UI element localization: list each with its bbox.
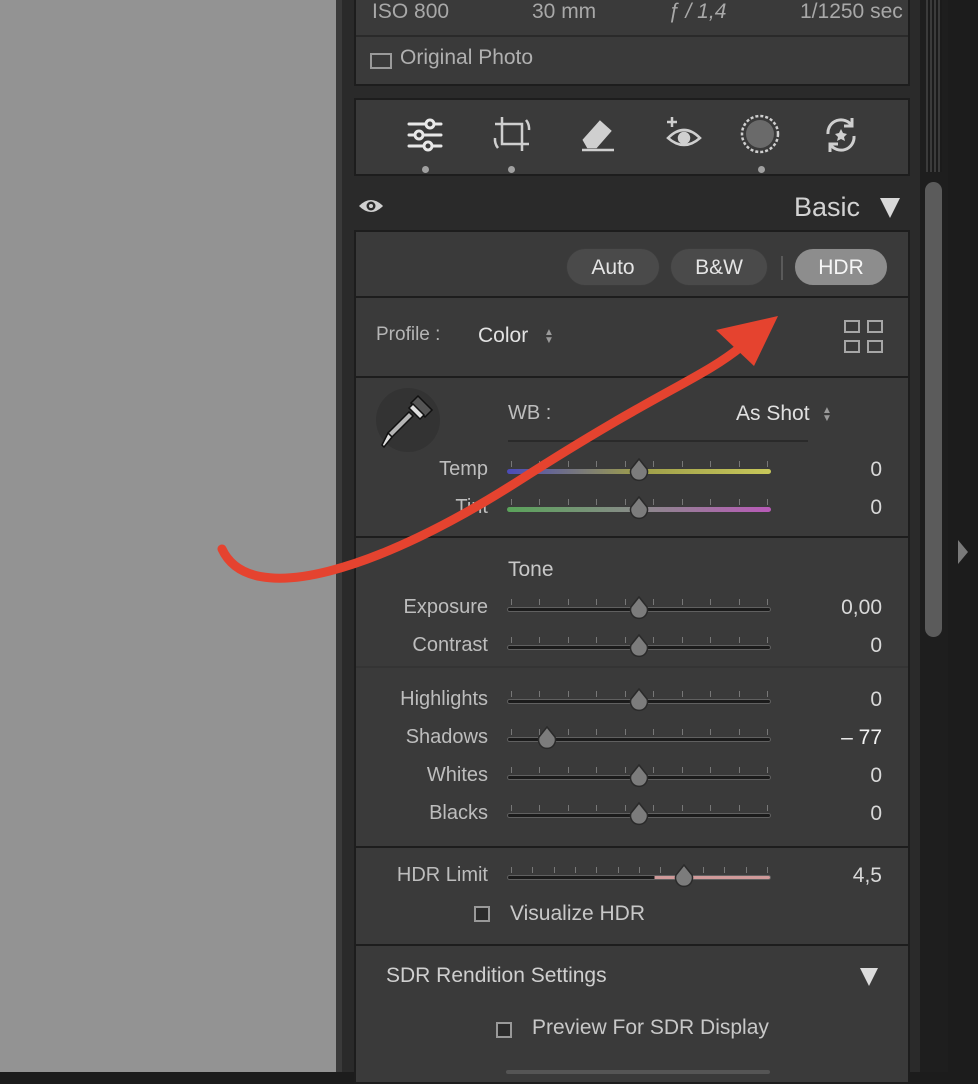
annotation-arrow (217, 316, 778, 583)
